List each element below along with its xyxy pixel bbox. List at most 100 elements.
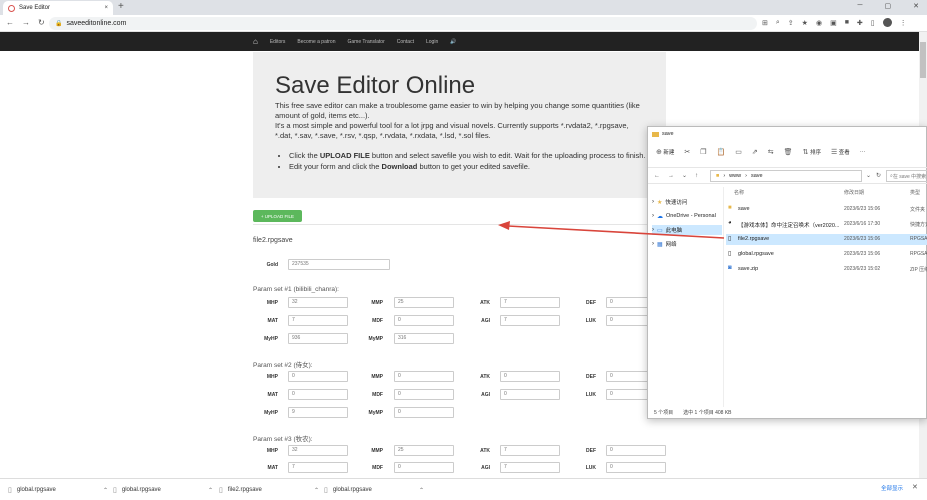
atk-input[interactable]: 0	[500, 371, 560, 382]
more-button[interactable]: ···	[860, 149, 866, 155]
tree-item-onedrive[interactable]: › ☁ OneDrive - Personal	[652, 211, 722, 221]
breadcrumb[interactable]: save	[751, 173, 763, 179]
file-explorer-window[interactable]: save ⊕ 新建 ✂ ❐ 📋 ▭ ⇗ ⇆ 🗑 ⇅ 排序 ☰ 查看 ··· ← …	[647, 126, 927, 419]
download-item[interactable]: ▯ global.rpgsave ⌃	[324, 484, 424, 496]
mat-input[interactable]: 0	[288, 389, 348, 400]
mdf-input[interactable]: 0	[394, 389, 454, 400]
up-icon[interactable]: ↑	[695, 173, 698, 179]
mmp-input[interactable]: 0	[394, 371, 454, 382]
menu-kebab-icon[interactable]: ⋮	[900, 19, 907, 27]
file-row[interactable]: ■ save 2023/6/23 15:06 文件夹	[726, 204, 927, 215]
reload-icon[interactable]: ↻	[38, 18, 45, 27]
rename-icon[interactable]: ▭	[735, 148, 742, 156]
myhp-input[interactable]: 9	[288, 407, 348, 418]
mymp-input[interactable]: 0	[394, 407, 454, 418]
atk-input[interactable]: 7	[500, 445, 560, 456]
tree-item-quick-access[interactable]: › ★ 快速访问	[652, 197, 722, 207]
mymp-input[interactable]: 316	[394, 333, 454, 344]
atk-input[interactable]: 7	[500, 297, 560, 308]
translate-icon[interactable]: ⊞	[762, 19, 768, 27]
share-icon[interactable]: ⇗	[752, 148, 758, 156]
home-icon[interactable]: ⌂	[253, 37, 258, 46]
maximize-icon[interactable]: ▢	[885, 2, 892, 10]
browser-tab[interactable]: Save Editor ×	[3, 1, 113, 15]
lock-icon[interactable]: 🔒	[55, 20, 62, 27]
nav-login[interactable]: Login	[426, 39, 438, 45]
back-icon[interactable]: ←	[654, 173, 660, 179]
tree-item-network[interactable]: › ▦ 网络	[652, 239, 722, 249]
chevron-up-icon[interactable]: ⌃	[103, 487, 108, 494]
myhp-input[interactable]: 936	[288, 333, 348, 344]
minimize-icon[interactable]: ─	[858, 2, 863, 10]
download-item[interactable]: ▯ global.rpgsave ⌃	[8, 484, 108, 496]
back-icon[interactable]: ←	[6, 18, 14, 27]
chevron-up-icon[interactable]: ⌃	[419, 487, 424, 494]
nav-contact[interactable]: Contact	[397, 39, 414, 45]
explorer-title-bar[interactable]: save	[648, 127, 927, 141]
puzzle-icon[interactable]: ✚	[857, 19, 863, 27]
extension-icon-3[interactable]: ■	[845, 19, 849, 26]
agi-input[interactable]: 7	[500, 315, 560, 326]
column-header-date[interactable]: 修改日期	[844, 189, 864, 196]
path-input[interactable]: ■ › www › save	[710, 170, 862, 182]
extension-icon[interactable]: ◉	[816, 19, 822, 27]
zoom-icon[interactable]: ⌕	[776, 19, 780, 27]
cut-icon[interactable]: ✂	[684, 148, 690, 156]
mat-input[interactable]: 7	[288, 315, 348, 326]
nav-editors[interactable]: Editors	[270, 39, 286, 45]
file-row[interactable]: ◙ save.zip 2023/6/23 15:02 ZIP 压缩	[726, 264, 927, 275]
mdf-input[interactable]: 0	[394, 315, 454, 326]
move-icon[interactable]: ⇆	[768, 148, 774, 156]
sidebar-icon[interactable]: ▯	[871, 19, 875, 27]
delete-icon[interactable]: 🗑	[784, 148, 793, 156]
file-row-selected[interactable]: ▯ file2.rpgsave 2023/6/23 15:06 RPGSAVE	[726, 234, 927, 245]
tree-item-this-pc[interactable]: › ▭ 此电脑	[652, 225, 722, 235]
close-icon[interactable]: ✕	[912, 483, 918, 491]
sort-button[interactable]: ⇅ 排序	[803, 148, 821, 156]
download-item[interactable]: ▯ file2.rpgsave ⌃	[219, 484, 319, 496]
chevron-up-icon[interactable]: ⌃	[314, 487, 319, 494]
mhp-input[interactable]: 0	[288, 371, 348, 382]
view-button[interactable]: ☰ 查看	[831, 148, 850, 156]
file-row[interactable]: ◕ 【游戏本体】命中注定召唤术（ver2020... 2023/6/16 17:30…	[726, 219, 927, 230]
mdf-input[interactable]: 0	[394, 462, 454, 473]
new-tab-button[interactable]: +	[118, 2, 124, 12]
tab-close-icon[interactable]: ×	[104, 5, 108, 11]
download-item[interactable]: ▯ global.rpgsave ⌃	[113, 484, 213, 496]
search-input[interactable]: ⌕ 在 save 中搜索	[886, 170, 927, 182]
file-row[interactable]: ▯ global.rpgsave 2023/6/23 15:06 RPGSAVE	[726, 249, 927, 260]
forward-icon[interactable]: →	[668, 173, 674, 179]
mat-input[interactable]: 7	[288, 462, 348, 473]
speaker-icon[interactable]: 🔊	[450, 39, 456, 45]
share-icon[interactable]: ⇪	[788, 19, 794, 27]
copy-icon[interactable]: ❐	[700, 148, 706, 156]
scrollbar-thumb[interactable]	[920, 42, 926, 78]
nav-game-translator[interactable]: Game Translator	[348, 39, 385, 45]
refresh-icon[interactable]: ↻	[876, 172, 881, 179]
mhp-input[interactable]: 32	[288, 445, 348, 456]
agi-input[interactable]: 0	[500, 389, 560, 400]
forward-icon[interactable]: →	[22, 18, 30, 27]
show-all-downloads-link[interactable]: 全部显示	[881, 484, 903, 492]
gold-input[interactable]: 237535	[288, 259, 390, 270]
address-bar[interactable]: 🔒 saveeditonline.com	[49, 17, 757, 30]
nav-become-patron[interactable]: Become a patron	[297, 39, 335, 45]
column-header-type[interactable]: 类型	[910, 189, 920, 196]
chevron-up-icon[interactable]: ⌃	[208, 487, 213, 494]
breadcrumb[interactable]: www	[729, 173, 741, 179]
chevron-down-icon[interactable]: ⌄	[682, 172, 687, 179]
mmp-input[interactable]: 25	[394, 297, 454, 308]
chevron-down-icon[interactable]: ⌄	[866, 172, 871, 179]
paste-icon[interactable]: 📋	[717, 148, 726, 156]
close-window-icon[interactable]: ✕	[913, 2, 919, 10]
new-button[interactable]: ⊕ 新建	[656, 148, 674, 156]
avatar[interactable]	[882, 18, 892, 27]
def-input[interactable]: 0	[606, 445, 666, 456]
mhp-input[interactable]: 32	[288, 297, 348, 308]
bookmark-star-icon[interactable]: ★	[802, 19, 808, 27]
luk-input[interactable]: 0	[606, 462, 666, 473]
upload-file-button[interactable]: + UPLOAD FILE	[253, 210, 302, 222]
mmp-input[interactable]: 25	[394, 445, 454, 456]
extension-icon-2[interactable]: ▣	[830, 19, 837, 27]
column-header-name[interactable]: 名称	[734, 189, 744, 196]
